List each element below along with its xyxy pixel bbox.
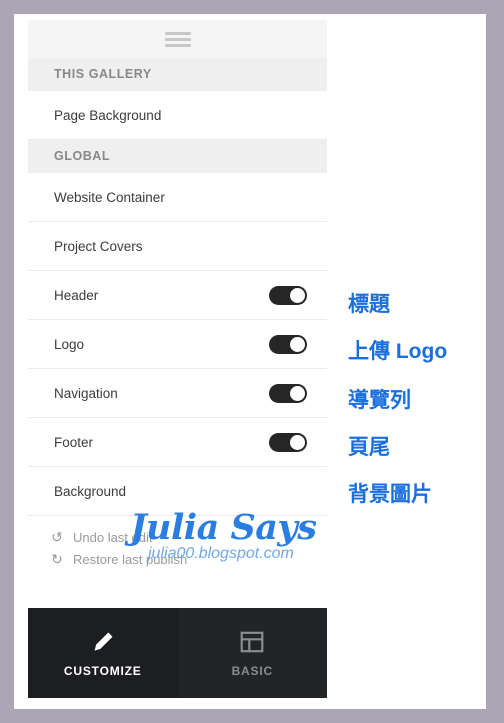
row-project-covers[interactable]: Project Covers <box>28 222 327 271</box>
toggle-footer[interactable] <box>269 432 307 452</box>
tab-customize-label: CUSTOMIZE <box>63 663 142 678</box>
toggle-knob <box>290 434 305 450</box>
annotation-logo: 上傳 Logo <box>348 340 448 363</box>
hamburger-bar-1 <box>164 31 191 35</box>
hamburger-bar-3 <box>164 43 191 47</box>
row-label: Logo <box>54 336 85 352</box>
hamburger-icon[interactable] <box>164 31 191 47</box>
row-label: Page Background <box>54 107 162 123</box>
tab-basic[interactable]: BASIC <box>178 608 328 698</box>
annotation-navigation: 導覽列 <box>348 389 411 412</box>
tab-basic-label: BASIC <box>231 663 273 678</box>
undo-last-edit-action[interactable]: ↺ Undo last edit <box>50 526 327 548</box>
row-footer[interactable]: Footer <box>28 418 327 467</box>
toggle-knob <box>290 336 305 352</box>
panel-header <box>28 20 327 58</box>
undo-icon: ↺ <box>51 529 63 545</box>
toggle-header[interactable] <box>269 285 307 305</box>
hamburger-bar-2 <box>164 37 191 41</box>
history-icon: ↻ <box>51 551 63 567</box>
panel-actions: ↺ Undo last edit ↻ Restore last publish <box>28 516 327 570</box>
pencil-icon <box>94 631 113 651</box>
annotation-background: 背景圖片 <box>348 483 432 506</box>
row-label: Project Covers <box>54 238 143 254</box>
annotation-footer: 頁尾 <box>348 436 390 459</box>
row-logo[interactable]: Logo <box>28 320 327 369</box>
section-header-global: GLOBAL <box>28 140 327 173</box>
layout-icon <box>240 631 264 652</box>
row-label: Navigation <box>54 385 118 401</box>
page-canvas: THIS GALLERY Page Background GLOBAL Webs… <box>14 14 486 709</box>
row-label: Website Container <box>54 189 165 205</box>
row-label: Background <box>54 483 127 499</box>
restore-last-publish-action[interactable]: ↻ Restore last publish <box>50 548 327 570</box>
undo-last-edit-label: Undo last edit <box>73 529 153 545</box>
bottom-tab-bar: CUSTOMIZE BASIC <box>28 608 327 698</box>
row-label: Footer <box>54 434 94 450</box>
tab-customize[interactable]: CUSTOMIZE <box>28 608 178 698</box>
row-navigation[interactable]: Navigation <box>28 369 327 418</box>
row-website-container[interactable]: Website Container <box>28 173 327 222</box>
toggle-knob <box>290 287 305 303</box>
row-background[interactable]: Background <box>28 467 327 516</box>
annotation-header: 標題 <box>348 293 390 316</box>
toggle-knob <box>290 385 305 401</box>
row-label: Header <box>54 287 99 303</box>
toggle-navigation[interactable] <box>269 383 307 403</box>
settings-panel: THIS GALLERY Page Background GLOBAL Webs… <box>28 20 327 620</box>
section-header-this-gallery: THIS GALLERY <box>28 58 327 91</box>
row-header[interactable]: Header <box>28 271 327 320</box>
restore-last-publish-label: Restore last publish <box>73 551 188 567</box>
row-page-background[interactable]: Page Background <box>28 91 327 140</box>
toggle-logo[interactable] <box>269 334 307 354</box>
